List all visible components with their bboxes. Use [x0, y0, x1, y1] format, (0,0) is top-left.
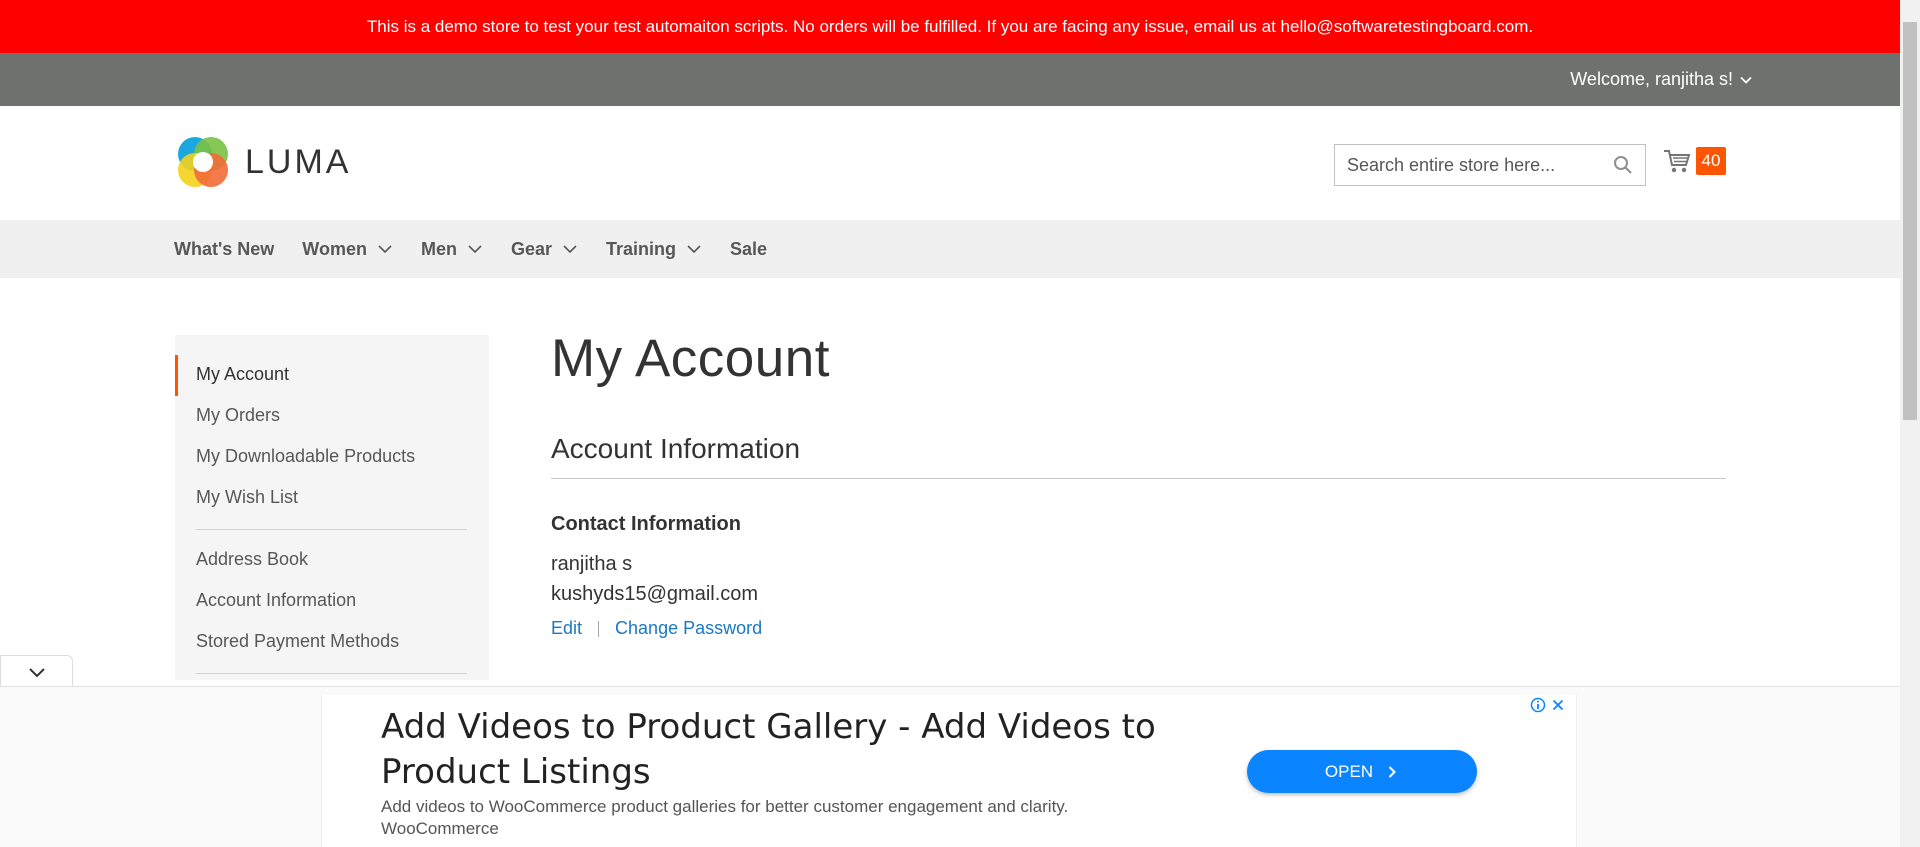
- customer-welcome-menu[interactable]: Welcome, ranjitha s!: [1570, 53, 1753, 106]
- contact-information-title: Contact Information: [551, 513, 741, 535]
- chevron-right-icon: [1388, 765, 1397, 778]
- nav-label: Sale: [730, 238, 768, 259]
- scrollbar-thumb[interactable]: [1903, 22, 1917, 420]
- edit-link[interactable]: Edit: [551, 618, 582, 639]
- nav-item-training[interactable]: Training: [606, 239, 702, 260]
- chevron-down-icon: [687, 245, 701, 254]
- sidebar-item-wish-list[interactable]: My Wish List: [175, 478, 489, 519]
- ad-description: Add videos to WooCommerce product galler…: [381, 797, 1069, 816]
- sidebar-item-my-account[interactable]: My Account: [175, 355, 489, 396]
- nav-item-women[interactable]: Women: [302, 239, 393, 260]
- info-icon[interactable]: [1530, 697, 1546, 713]
- action-separator: [598, 620, 600, 637]
- ad-overlay: Add Videos to Product Gallery - Add Vide…: [0, 686, 1900, 847]
- chevron-down-icon: [563, 245, 577, 254]
- banner-text: This is a demo store to test your test a…: [366, 16, 1534, 36]
- ad-headline[interactable]: Add Videos to Product Gallery - Add Vide…: [381, 705, 1241, 795]
- cart-count-badge: 40: [1696, 147, 1726, 175]
- nav-item-men[interactable]: Men: [421, 239, 483, 260]
- sidebar-item-stored-payment-methods[interactable]: Stored Payment Methods: [175, 622, 489, 663]
- site-header: LUMA 40: [0, 106, 1900, 220]
- ad-badges: [1530, 697, 1566, 713]
- ad-collapse-button[interactable]: [0, 655, 73, 687]
- chevron-down-icon: [378, 245, 392, 254]
- search-box[interactable]: [1334, 144, 1646, 186]
- sidebar-item-account-information[interactable]: Account Information: [175, 581, 489, 622]
- nav-item-gear[interactable]: Gear: [511, 239, 578, 260]
- page-scrollbar[interactable]: [1900, 0, 1920, 847]
- nav-label: Training: [606, 238, 677, 259]
- nav-label: Gear: [510, 238, 552, 259]
- nav-label: What's New: [174, 238, 275, 259]
- main-navigation: What's New Women Men Gear Training Sale: [0, 220, 1900, 278]
- sidebar-divider: [196, 529, 467, 530]
- section-title: Account Information: [551, 433, 1726, 479]
- luma-logo-icon: [178, 137, 228, 187]
- ad-open-label: OPEN: [1324, 761, 1374, 781]
- sidebar-item-my-orders[interactable]: My Orders: [175, 396, 489, 437]
- chevron-down-icon: [1740, 76, 1752, 84]
- nav-item-whats-new[interactable]: What's New: [174, 239, 274, 260]
- account-main: My Account Account Information Contact I…: [551, 328, 1726, 639]
- close-icon[interactable]: [1550, 697, 1566, 713]
- chevron-down-icon: [28, 667, 45, 677]
- chevron-down-icon: [468, 245, 482, 254]
- luma-logo[interactable]: LUMA: [175, 134, 351, 190]
- contact-actions: Edit Change Password: [551, 618, 1726, 639]
- nav-item-sale[interactable]: Sale: [730, 239, 767, 260]
- minicart[interactable]: 40: [1662, 146, 1726, 176]
- sidebar-item-address-book[interactable]: Address Book: [175, 540, 489, 581]
- welcome-text: Welcome, ranjitha s!: [1570, 69, 1733, 89]
- shopping-cart-icon: [1664, 150, 1691, 173]
- nav-label: Men: [420, 238, 457, 259]
- customer-email: kushyds15@gmail.com: [551, 583, 759, 605]
- nav-label: Women: [302, 238, 367, 259]
- sidebar-item-downloadable-products[interactable]: My Downloadable Products: [175, 437, 489, 478]
- demo-store-banner: This is a demo store to test your test a…: [0, 0, 1900, 53]
- top-bar: Welcome, ranjitha s!: [0, 53, 1900, 106]
- logo-text: LUMA: [245, 142, 352, 181]
- customer-name: ranjitha s: [551, 553, 633, 575]
- change-password-link[interactable]: Change Password: [615, 618, 762, 639]
- ad-brand: WooCommerce: [381, 819, 499, 838]
- ad-open-button[interactable]: OPEN: [1247, 750, 1477, 793]
- page-title: My Account: [551, 329, 830, 388]
- account-sidebar: My Account My Orders My Downloadable Pro…: [175, 335, 489, 680]
- search-input[interactable]: [1347, 154, 1613, 176]
- ad-card[interactable]: Add Videos to Product Gallery - Add Vide…: [321, 695, 1577, 847]
- sidebar-divider: [196, 673, 467, 674]
- search-icon[interactable]: [1613, 155, 1633, 175]
